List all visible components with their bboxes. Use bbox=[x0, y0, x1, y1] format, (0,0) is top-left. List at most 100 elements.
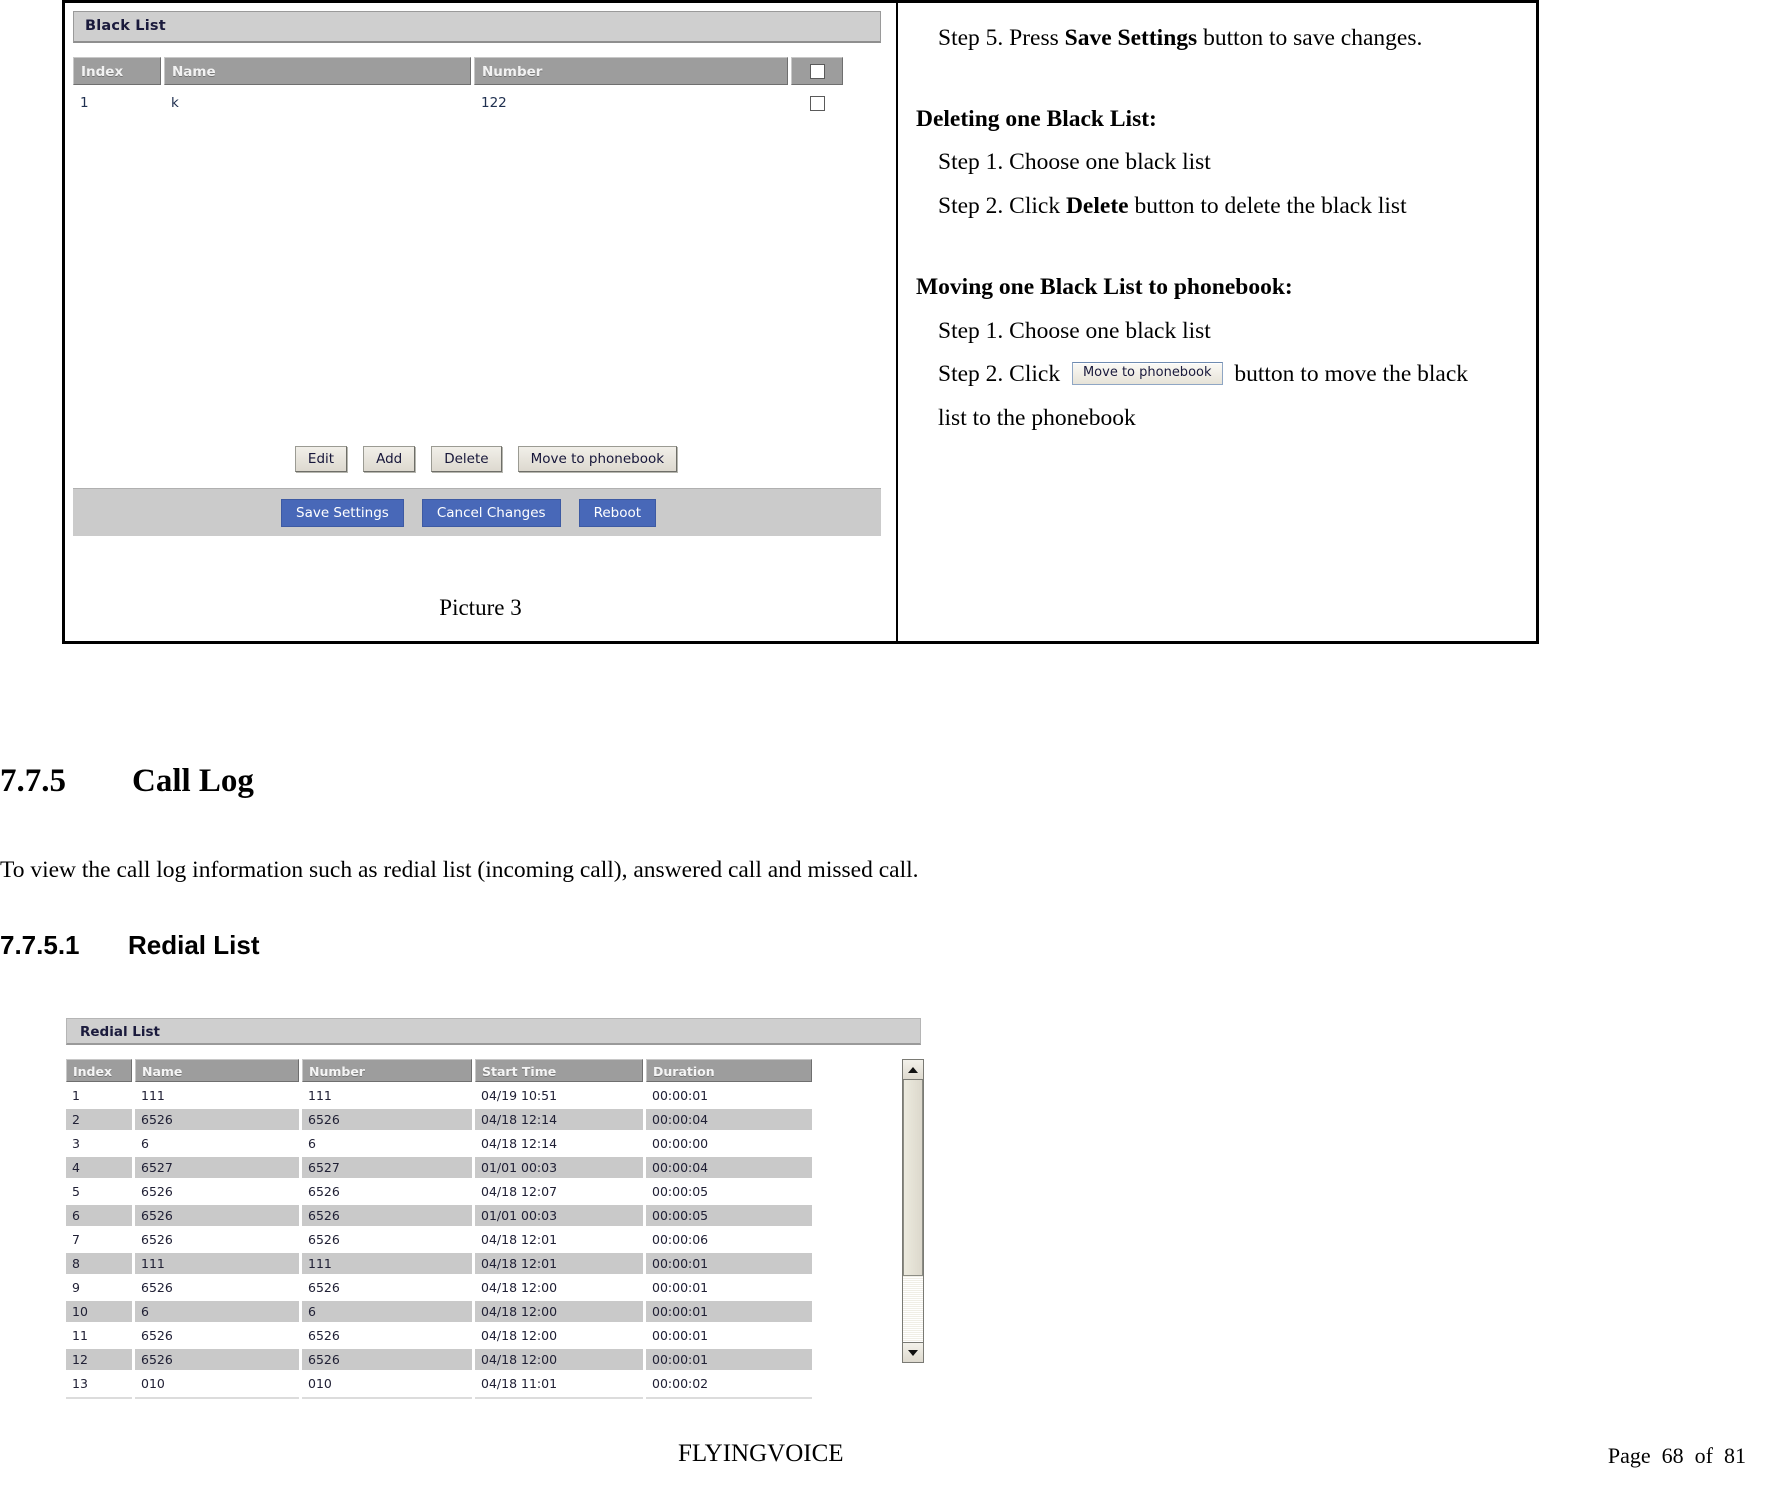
table-bottom-divider bbox=[66, 1397, 892, 1399]
panel-title-black-list: Black List bbox=[73, 11, 881, 43]
cell-index: 9 bbox=[72, 1280, 80, 1295]
save-settings-button[interactable]: Save Settings bbox=[281, 498, 404, 527]
cell-start-time: 04/18 12:00 bbox=[475, 1349, 643, 1370]
column-header-select-all[interactable] bbox=[791, 57, 843, 85]
table-row[interactable]: 11 6526 6526 04/18 12:00 00:00:01 bbox=[66, 1325, 892, 1346]
section-paragraph: To view the call log information such as… bbox=[0, 857, 919, 883]
table-row[interactable]: 4 6527 6527 01/01 00:03 00:00:04 bbox=[66, 1157, 892, 1178]
move-to-phonebook-button[interactable]: Move to phonebook bbox=[517, 446, 678, 472]
cell-start-time: 04/18 12:14 bbox=[475, 1109, 643, 1130]
cell-name: 6526 bbox=[141, 1328, 173, 1343]
redial-list-scrollbar[interactable] bbox=[902, 1059, 924, 1363]
cell-duration: 00:00:01 bbox=[646, 1349, 812, 1370]
scroll-up-triangle bbox=[908, 1066, 918, 1073]
move-step2-prefix: Step 2. Click bbox=[938, 361, 1066, 387]
column-header-number: Number bbox=[302, 1059, 472, 1082]
cell-start-time: 01/01 00:03 bbox=[475, 1157, 643, 1178]
cell-index: 13 bbox=[72, 1376, 88, 1391]
edit-button[interactable]: Edit bbox=[294, 446, 348, 472]
cell-name: 6 bbox=[135, 1301, 299, 1322]
cell-duration: 00:00:05 bbox=[652, 1184, 709, 1199]
column-header-duration: Duration bbox=[646, 1059, 812, 1082]
table-row[interactable]: 10 6 6 04/18 12:00 00:00:01 bbox=[66, 1301, 892, 1322]
scroll-up-icon[interactable] bbox=[903, 1060, 923, 1080]
cell-number: 6526 bbox=[308, 1280, 340, 1295]
table-row[interactable]: 6 6526 6526 01/01 00:03 00:00:05 bbox=[66, 1205, 892, 1226]
cell-start-time: 01/01 00:03 bbox=[475, 1205, 643, 1226]
cell-number: 6526 bbox=[308, 1184, 340, 1199]
table-row[interactable]: 1 k 122 bbox=[73, 91, 881, 116]
cell-name: 111 bbox=[135, 1253, 299, 1274]
move-step-2-line2: list to the phonebook bbox=[938, 405, 1136, 432]
table-row[interactable]: 5 6526 6526 04/18 12:07 00:00:05 bbox=[66, 1181, 892, 1202]
column-header-index: Index bbox=[66, 1059, 132, 1082]
delete-step2-bold: Delete bbox=[1065, 192, 1129, 219]
table-row[interactable]: 7 6526 6526 04/18 12:01 00:00:06 bbox=[66, 1229, 892, 1250]
step5-prefix: Step 5. Press bbox=[938, 25, 1065, 51]
cell-index: 4 bbox=[66, 1157, 132, 1178]
cell-start-time: 04/18 12:00 bbox=[475, 1301, 643, 1322]
table-header-row: Index Name Number bbox=[73, 57, 881, 85]
cell-number: 111 bbox=[302, 1253, 472, 1274]
subsection-number: 7.7.5.1 bbox=[0, 930, 80, 960]
step5-suffix: button to save changes. bbox=[1197, 25, 1423, 51]
cell-select[interactable] bbox=[791, 91, 843, 116]
black-list-action-buttons: Edit Add Delete Move to phonebook bbox=[73, 446, 881, 472]
row-checkbox[interactable] bbox=[809, 96, 825, 111]
table-empty-space bbox=[73, 116, 881, 446]
section-title: Call Log bbox=[132, 763, 254, 799]
cell-index: 10 bbox=[66, 1301, 132, 1322]
cell-duration: 00:00:00 bbox=[652, 1136, 709, 1151]
select-all-checkbox[interactable] bbox=[809, 63, 825, 79]
cell-duration: 00:00:01 bbox=[652, 1088, 709, 1103]
heading-moving-black-list: Moving one Black List to phonebook: bbox=[916, 274, 1293, 300]
step5-bold: Save Settings bbox=[1064, 25, 1198, 51]
scrollbar-thumb[interactable] bbox=[903, 1080, 923, 1276]
figure-caption: Picture 3 bbox=[439, 595, 522, 620]
table-row[interactable]: 1 111 111 04/19 10:51 00:00:01 bbox=[66, 1085, 892, 1106]
delete-step-1: Step 1. Choose one black list bbox=[938, 149, 1211, 175]
heading-deleting-black-list: Deleting one Black List: bbox=[916, 105, 1157, 132]
table-row[interactable]: 8 111 111 04/18 12:01 00:00:01 bbox=[66, 1253, 892, 1274]
redial-rows-container: 1 111 111 04/19 10:51 00:00:01 2 6526 6526 04/18… bbox=[66, 1085, 892, 1394]
table-row[interactable]: 12 6526 6526 04/18 12:00 00:00:01 bbox=[66, 1349, 892, 1370]
cell-duration: 00:00:04 bbox=[646, 1109, 812, 1130]
scrollbar-track[interactable] bbox=[903, 1276, 923, 1342]
table-row[interactable]: 13 010 010 04/18 11:01 00:00:02 bbox=[66, 1373, 892, 1394]
delete-step2-prefix: Step 2. Click bbox=[938, 192, 1066, 219]
cell-index: 1 bbox=[72, 1088, 80, 1103]
cell-duration: 00:00:05 bbox=[646, 1205, 812, 1226]
divider-segment bbox=[646, 1397, 812, 1399]
cell-name: 6526 bbox=[141, 1280, 173, 1295]
cell-name: 6526 bbox=[141, 1232, 173, 1247]
move-step-2: Step 2. Click Move to phonebook button t… bbox=[916, 361, 1518, 387]
table-row[interactable]: 2 6526 6526 04/18 12:14 00:00:04 bbox=[66, 1109, 892, 1130]
cell-index: 12 bbox=[66, 1349, 132, 1370]
table-row[interactable]: 9 6526 6526 04/18 12:00 00:00:01 bbox=[66, 1277, 892, 1298]
inline-move-to-phonebook-button[interactable]: Move to phonebook bbox=[1071, 361, 1223, 386]
divider-segment bbox=[302, 1397, 472, 1399]
delete-button[interactable]: Delete bbox=[431, 446, 502, 472]
column-header-index: Index bbox=[73, 57, 161, 85]
cell-number: 6 bbox=[302, 1301, 472, 1322]
cell-number: 010 bbox=[308, 1376, 332, 1391]
section-number: 7.7.5 bbox=[0, 763, 66, 799]
cancel-changes-button[interactable]: Cancel Changes bbox=[421, 498, 561, 527]
cell-index: 3 bbox=[72, 1136, 80, 1151]
figure-left-pane: Black List Index Name Number 1 k 122 Edi… bbox=[65, 3, 898, 641]
black-list-table: Index Name Number 1 k 122 Edit Add Delet… bbox=[73, 57, 881, 536]
table-row[interactable]: 3 6 6 04/18 12:14 00:00:00 bbox=[66, 1133, 892, 1154]
footer-brand: FLYINGVOICE bbox=[678, 1440, 844, 1467]
move-step2-suffix: button to move the black bbox=[1228, 361, 1469, 387]
cell-index: 7 bbox=[72, 1232, 80, 1247]
delete-step-2: Step 2. Click Delete button to delete th… bbox=[916, 192, 1518, 219]
cell-name: 111 bbox=[141, 1088, 165, 1103]
reboot-button[interactable]: Reboot bbox=[578, 498, 657, 527]
section-heading-call-log: 7.7.5 Call Log bbox=[0, 763, 254, 800]
scroll-down-icon[interactable] bbox=[903, 1342, 923, 1362]
cell-name: 6 bbox=[141, 1136, 149, 1151]
add-button[interactable]: Add bbox=[363, 446, 416, 472]
cell-number: 6 bbox=[308, 1136, 316, 1151]
